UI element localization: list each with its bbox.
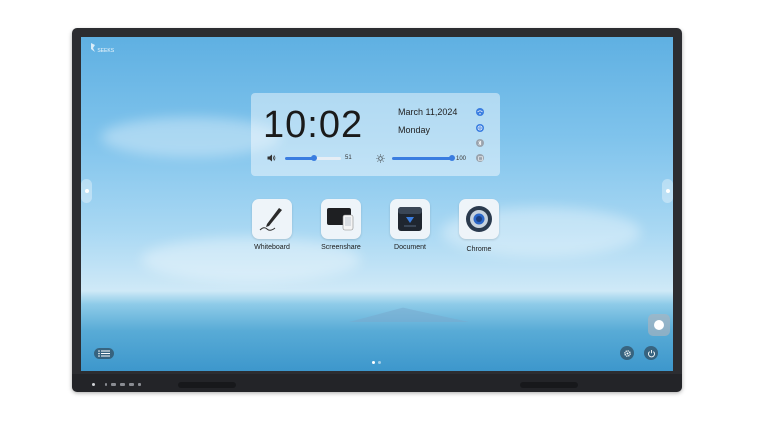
logo-text: SEEKS <box>97 48 115 54</box>
app-label: Screenshare <box>321 244 361 251</box>
port <box>120 383 125 386</box>
bezel-bottom-bar <box>72 374 682 392</box>
logo-icon <box>91 43 95 52</box>
front-ports <box>92 383 141 386</box>
app-label: Chrome <box>466 246 492 253</box>
pen-icon <box>259 208 282 231</box>
home-screen: SEEKS 10:02 March 11,2024 Monday 51 100 … <box>81 37 673 371</box>
port <box>138 383 141 386</box>
settings-button[interactable] <box>620 346 634 360</box>
brightness-slider-knob[interactable] <box>449 155 455 161</box>
power-button[interactable] <box>644 346 658 360</box>
port <box>129 383 134 386</box>
left-sidebar-handle[interactable] <box>81 179 92 203</box>
screenshare-icon <box>327 208 354 231</box>
brightness-value: 100 <box>456 155 467 162</box>
page-indicator <box>372 361 381 364</box>
document-icon <box>398 207 422 231</box>
list-icon <box>98 350 110 357</box>
volume-control: 51 <box>267 154 352 162</box>
port <box>105 383 107 386</box>
app-tile[interactable] <box>390 199 430 239</box>
power-icon <box>647 349 655 357</box>
volume-value: 51 <box>345 155 352 161</box>
ethernet-icon[interactable] <box>476 154 484 162</box>
bluetooth-icon[interactable] <box>476 139 484 147</box>
chrome-icon <box>466 206 492 232</box>
app-chrome[interactable]: Chrome <box>449 199 509 253</box>
gear-icon <box>623 349 631 357</box>
clock-time: 10:02 <box>263 104 364 146</box>
app-tile[interactable] <box>252 199 292 239</box>
clock-date: March 11,2024 <box>398 107 458 117</box>
brightness-control: 100 <box>376 154 466 163</box>
page-dot-active[interactable] <box>372 361 375 364</box>
app-label: Document <box>394 244 426 251</box>
clock-widget: 10:02 March 11,2024 Monday 51 100 <box>251 93 500 176</box>
volume-slider-knob[interactable] <box>310 154 317 161</box>
speaker-grille-left <box>178 382 236 388</box>
floating-menu-button[interactable] <box>648 314 670 336</box>
app-label: Whiteboard <box>254 244 290 251</box>
brightness-slider-fill <box>392 157 452 160</box>
speaker-grille-right <box>520 382 578 388</box>
island-silhouette <box>349 307 469 322</box>
brightness-slider[interactable] <box>392 155 455 161</box>
power-led <box>92 383 95 386</box>
speaker-icon <box>267 154 276 162</box>
brand-logo: SEEKS <box>90 43 114 54</box>
app-screenshare[interactable]: Screenshare <box>311 199 371 251</box>
app-whiteboard[interactable]: Whiteboard <box>242 199 302 251</box>
app-list-button[interactable] <box>94 348 114 359</box>
clock-weekday: Monday <box>398 125 431 135</box>
brightness-icon <box>376 154 385 163</box>
hotspot-icon[interactable] <box>476 124 484 132</box>
floating-ball-icon <box>654 320 664 330</box>
port <box>111 383 116 386</box>
volume-slider-fill <box>285 156 314 160</box>
volume-slider[interactable] <box>285 154 341 161</box>
wifi-icon[interactable] <box>476 108 484 116</box>
page-dot[interactable] <box>378 361 381 364</box>
right-sidebar-handle[interactable] <box>662 179 673 203</box>
app-document[interactable]: Document <box>380 199 440 251</box>
app-tile[interactable] <box>459 199 499 239</box>
app-tile[interactable] <box>321 199 361 239</box>
